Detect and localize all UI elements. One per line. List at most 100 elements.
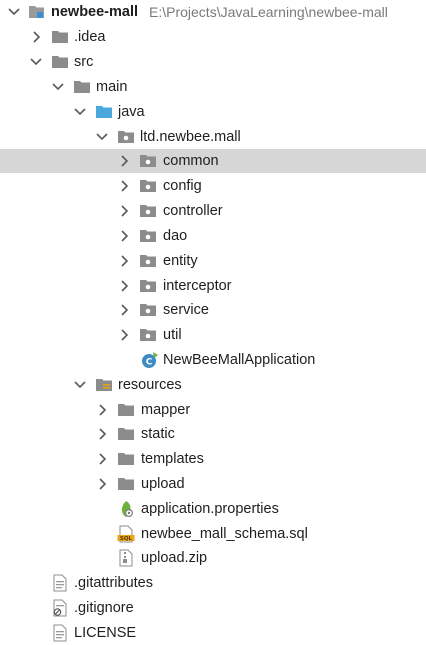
tree-node-label: .idea <box>74 29 106 45</box>
tree-node-static[interactable]: static <box>0 422 426 446</box>
tree-node-label: application.properties <box>141 501 279 517</box>
resources-folder-icon <box>95 376 113 394</box>
folder-icon <box>117 401 135 419</box>
package-icon <box>139 326 157 344</box>
chevron-right-icon[interactable] <box>116 178 132 194</box>
chevron-right-icon[interactable] <box>116 278 132 294</box>
tree-node-controller[interactable]: controller <box>0 199 426 223</box>
chevron-right-icon[interactable] <box>116 153 132 169</box>
tree-node-label: static <box>141 426 175 442</box>
package-icon <box>139 177 157 195</box>
tree-node-gitattributes[interactable]: .gitattributes <box>0 571 426 595</box>
folder-icon <box>117 450 135 468</box>
chevron-right-icon[interactable] <box>116 253 132 269</box>
chevron-down-icon[interactable] <box>72 377 88 393</box>
tree-node-label: NewBeeMallApplication <box>163 352 316 368</box>
tree-node-src[interactable]: src <box>0 50 426 74</box>
tree-node-application-properties[interactable]: application.properties <box>0 497 426 521</box>
chevron-right-icon[interactable] <box>94 426 110 442</box>
tree-node-label: .gitignore <box>74 600 134 616</box>
tree-node-schema-sql[interactable]: SQL newbee_mall_schema.sql <box>0 522 426 546</box>
package-icon <box>139 252 157 270</box>
package-icon <box>139 277 157 295</box>
tree-node-label: service <box>163 302 209 318</box>
chevron-right-icon[interactable] <box>94 476 110 492</box>
tree-node-main[interactable]: main <box>0 75 426 99</box>
spring-properties-icon <box>117 500 135 518</box>
tree-node-label: resources <box>118 377 182 393</box>
svg-text:SQL: SQL <box>120 536 133 542</box>
tree-node-java[interactable]: java <box>0 100 426 124</box>
package-icon <box>139 301 157 319</box>
package-icon <box>139 227 157 245</box>
tree-node-config[interactable]: config <box>0 174 426 198</box>
tree-node-label: templates <box>141 451 204 467</box>
tree-node-label: dao <box>163 228 188 244</box>
tree-node-resources[interactable]: resources <box>0 373 426 397</box>
tree-node-label: mapper <box>141 402 191 418</box>
tree-node-upload-zip[interactable]: upload.zip <box>0 546 426 570</box>
project-folder-icon <box>28 3 46 21</box>
tree-node-label: upload <box>141 476 185 492</box>
chevron-right-icon[interactable] <box>28 29 44 45</box>
tree-node-label: java <box>118 104 145 120</box>
tree-node-label: util <box>163 327 182 343</box>
tree-node-templates[interactable]: templates <box>0 447 426 471</box>
project-tree: newbee-mall E:\Projects\JavaLearning\new… <box>0 0 426 645</box>
chevron-down-icon[interactable] <box>28 54 44 70</box>
chevron-right-icon[interactable] <box>94 451 110 467</box>
package-icon <box>139 202 157 220</box>
tree-node-label: common <box>163 153 219 169</box>
chevron-down-icon[interactable] <box>6 4 22 20</box>
package-icon <box>117 128 135 146</box>
tree-node-common[interactable]: common <box>0 149 426 173</box>
tree-node-interceptor[interactable]: interceptor <box>0 274 426 298</box>
tree-node-license[interactable]: LICENSE <box>0 621 426 645</box>
project-path: E:\Projects\JavaLearning\newbee-mall <box>149 4 388 20</box>
chevron-right-icon[interactable] <box>94 402 110 418</box>
chevron-right-icon[interactable] <box>116 302 132 318</box>
source-folder-icon <box>95 103 113 121</box>
tree-node-label: newbee_mall_schema.sql <box>141 526 308 542</box>
chevron-right-icon[interactable] <box>116 327 132 343</box>
tree-node-ltd-newbee-mall[interactable]: ltd.newbee.mall <box>0 125 426 149</box>
text-file-icon <box>51 624 69 642</box>
tree-node-label: main <box>96 79 128 95</box>
folder-icon <box>117 475 135 493</box>
tree-node-dao[interactable]: dao <box>0 224 426 248</box>
tree-node-label: LICENSE <box>74 625 137 641</box>
ignore-file-icon <box>51 599 69 617</box>
tree-node-label: upload.zip <box>141 550 208 566</box>
sql-file-icon: SQL <box>117 525 135 543</box>
archive-file-icon <box>117 549 135 567</box>
chevron-down-icon[interactable] <box>72 104 88 120</box>
tree-node-mapper[interactable]: mapper <box>0 398 426 422</box>
folder-icon <box>73 78 91 96</box>
tree-node-project-root[interactable]: newbee-mall E:\Projects\JavaLearning\new… <box>0 0 426 24</box>
tree-node-newbeemallapplication[interactable]: C NewBeeMallApplication <box>0 348 426 372</box>
tree-node-util[interactable]: util <box>0 323 426 347</box>
tree-node-upload[interactable]: upload <box>0 472 426 496</box>
chevron-right-icon[interactable] <box>116 203 132 219</box>
tree-node-entity[interactable]: entity <box>0 249 426 273</box>
spring-boot-class-icon: C <box>141 351 159 369</box>
folder-icon <box>51 53 69 71</box>
folder-icon <box>51 28 69 46</box>
svg-text:C: C <box>146 358 153 368</box>
project-name: newbee-mall <box>51 4 139 20</box>
chevron-down-icon[interactable] <box>50 79 66 95</box>
package-icon <box>139 152 157 170</box>
tree-node-label: controller <box>163 203 223 219</box>
tree-node-label: interceptor <box>163 278 232 294</box>
chevron-right-icon[interactable] <box>116 228 132 244</box>
tree-node-label: .gitattributes <box>74 575 153 591</box>
tree-node-service[interactable]: service <box>0 298 426 322</box>
text-file-icon <box>51 574 69 592</box>
tree-node-gitignore[interactable]: .gitignore <box>0 596 426 620</box>
tree-node-label: config <box>163 178 202 194</box>
folder-icon <box>117 425 135 443</box>
chevron-down-icon[interactable] <box>94 129 110 145</box>
tree-node-label: src <box>74 54 94 70</box>
tree-node-idea[interactable]: .idea <box>0 25 426 49</box>
tree-node-label: ltd.newbee.mall <box>140 129 241 145</box>
